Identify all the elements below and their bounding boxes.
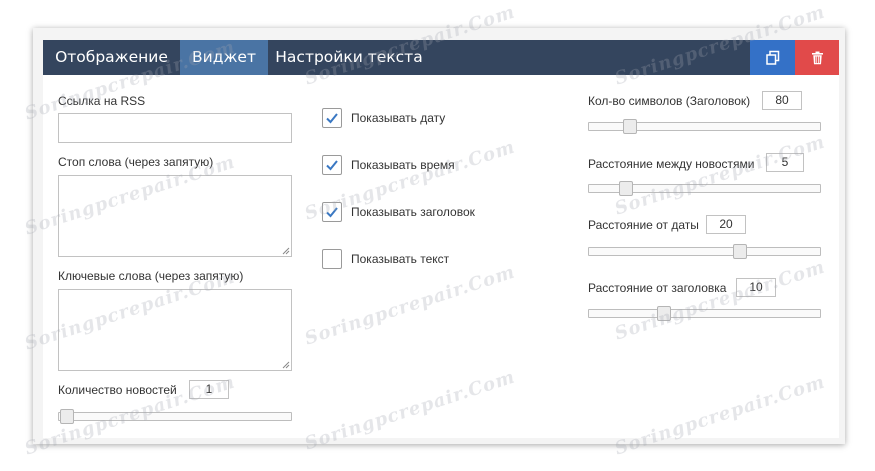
checkmark-icon (326, 113, 338, 124)
title-spacing-slider-handle[interactable] (657, 306, 671, 321)
show-title-label: Показывать заголовок (351, 205, 475, 219)
show-text-checkbox[interactable] (322, 249, 342, 269)
resize-grip-icon[interactable] (282, 361, 290, 369)
widget-settings-panel: Отображение Виджет Настройки текста Ссыл… (43, 40, 839, 438)
show-date-checkbox[interactable] (322, 108, 342, 128)
rss-input[interactable] (58, 113, 292, 143)
title-spacing-slider[interactable] (588, 306, 821, 321)
news-spacing-label: Расстояние между новостями (588, 157, 755, 171)
delete-button[interactable] (795, 40, 839, 75)
trash-icon (811, 51, 823, 64)
keywords-label: Ключевые слова (через запятую) (58, 269, 244, 283)
show-title-checkbox[interactable] (322, 202, 342, 222)
show-time-label: Показывать время (351, 158, 455, 172)
keywords-textarea[interactable] (58, 289, 292, 371)
checkmark-icon (326, 160, 338, 171)
title-chars-slider[interactable] (588, 119, 821, 134)
title-chars-slider-handle[interactable] (623, 119, 637, 134)
news-spacing-input[interactable]: 5 (766, 153, 804, 172)
date-spacing-slider-handle[interactable] (733, 244, 747, 259)
stopwords-label: Стоп слова (через запятую) (58, 155, 214, 169)
show-text-label: Показывать текст (351, 252, 450, 266)
resize-grip-icon[interactable] (282, 247, 290, 255)
news-count-slider[interactable] (58, 409, 292, 424)
news-count-slider-handle[interactable] (60, 409, 74, 424)
title-chars-input[interactable]: 80 (762, 91, 802, 110)
show-time-checkbox[interactable] (322, 155, 342, 175)
copy-icon (765, 50, 779, 65)
title-chars-label: Кол-во символов (Заголовок) (588, 94, 751, 108)
news-spacing-slider[interactable] (588, 181, 821, 196)
date-spacing-label: Расстояние от даты (588, 218, 699, 232)
news-count-input[interactable]: 1 (189, 380, 229, 399)
title-spacing-label: Расстояние от заголовка (588, 281, 727, 295)
tab-text-settings[interactable]: Настройки текста (268, 40, 430, 75)
news-spacing-slider-handle[interactable] (619, 181, 633, 196)
tab-widget[interactable]: Виджет (180, 40, 268, 75)
title-spacing-input[interactable]: 10 (736, 278, 776, 297)
rss-label: Ссылка на RSS (58, 94, 146, 108)
date-spacing-input[interactable]: 20 (706, 215, 746, 234)
tab-bar: Отображение Виджет Настройки текста (43, 40, 839, 75)
tab-display[interactable]: Отображение (43, 40, 180, 75)
date-spacing-slider[interactable] (588, 244, 821, 259)
copy-button[interactable] (750, 40, 795, 75)
show-date-label: Показывать дату (351, 111, 446, 125)
stopwords-textarea[interactable] (58, 175, 292, 257)
news-count-label: Количество новостей (58, 383, 177, 397)
checkmark-icon (326, 207, 338, 218)
